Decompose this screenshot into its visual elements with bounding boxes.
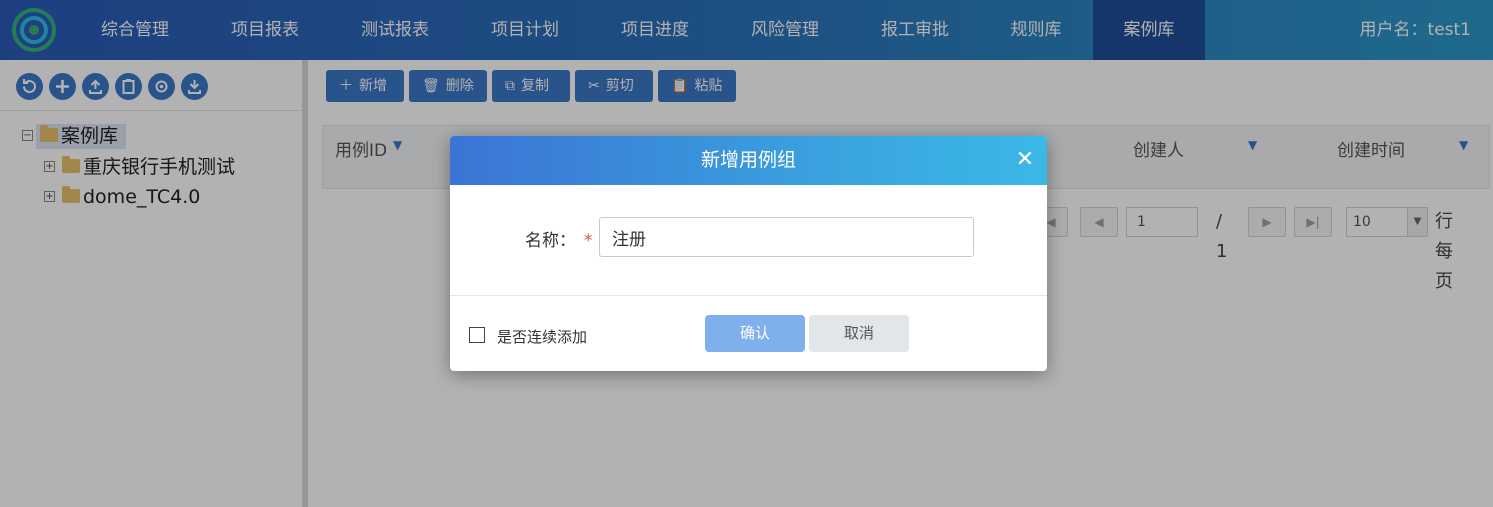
- name-field-label: 名称： *: [525, 226, 593, 251]
- add-case-group-dialog: 新增用例组 ✕ 名称： * 是否连续添加 确认 取消: [450, 136, 1047, 371]
- name-input[interactable]: [599, 217, 974, 257]
- confirm-button[interactable]: 确认: [705, 315, 805, 352]
- dialog-title: 新增用例组: [700, 149, 796, 171]
- dialog-header: 新增用例组 ✕: [450, 136, 1047, 185]
- name-label-text: 名称：: [525, 231, 576, 251]
- continuous-add-checkbox[interactable]: [469, 327, 485, 343]
- close-icon[interactable]: ✕: [1013, 148, 1037, 172]
- required-mark: *: [584, 231, 593, 251]
- cancel-button[interactable]: 取消: [809, 315, 909, 352]
- continuous-add-label: 是否连续添加: [497, 328, 588, 346]
- dialog-divider: [450, 295, 1047, 296]
